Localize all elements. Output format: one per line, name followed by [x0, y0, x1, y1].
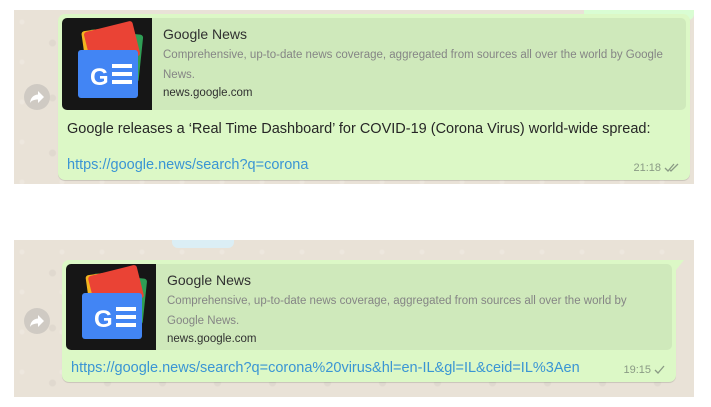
preview-thumbnail: G	[62, 18, 152, 110]
message-link[interactable]: https://google.news/search?q=corona	[67, 157, 308, 173]
preview-description: Comprehensive, up-to-date news coverage,…	[163, 49, 663, 81]
google-news-logo-icon: G	[78, 21, 144, 98]
chat-area-1: G Google News Comprehensive, up-to-date …	[14, 10, 694, 184]
preview-title: Google News	[163, 26, 248, 42]
link-preview-card[interactable]: G Google News Comprehensive, up-to-date …	[66, 264, 672, 350]
message-text: Google releases a ‘Real Time Dashboard’ …	[67, 121, 651, 137]
bubble-tail	[676, 260, 684, 270]
forward-arrow-icon	[30, 315, 44, 327]
date-badge	[172, 240, 234, 248]
google-news-logo-icon: G	[82, 265, 147, 339]
message-bubble[interactable]: G Google News Comprehensive, up-to-date …	[58, 14, 690, 180]
single-check-icon	[654, 365, 665, 374]
forward-button[interactable]	[24, 308, 50, 334]
message-meta: 19:15	[623, 364, 666, 376]
svg-text:G: G	[94, 306, 113, 333]
message-time: 21:18	[633, 162, 661, 174]
chat-area-2: G Google News Comprehensive, up-to-date …	[14, 240, 694, 397]
forward-arrow-icon	[30, 91, 44, 103]
forward-button[interactable]	[24, 84, 50, 110]
preview-title: Google News	[167, 272, 252, 288]
preview-thumbnail: G	[66, 264, 156, 350]
preview-domain: news.google.com	[163, 87, 253, 99]
svg-text:G: G	[90, 64, 109, 91]
double-check-icon	[664, 163, 679, 172]
message-link[interactable]: https://google.news/search?q=corona%20vi…	[71, 360, 580, 376]
preview-domain: news.google.com	[167, 333, 257, 345]
message-time: 19:15	[623, 364, 651, 376]
message-bubble[interactable]: G Google News Comprehensive, up-to-date …	[62, 260, 684, 382]
message-meta: 21:18	[633, 162, 680, 174]
link-preview-card[interactable]: G Google News Comprehensive, up-to-date …	[62, 18, 686, 110]
preview-description: Comprehensive, up-to-date news coverage,…	[167, 295, 627, 327]
